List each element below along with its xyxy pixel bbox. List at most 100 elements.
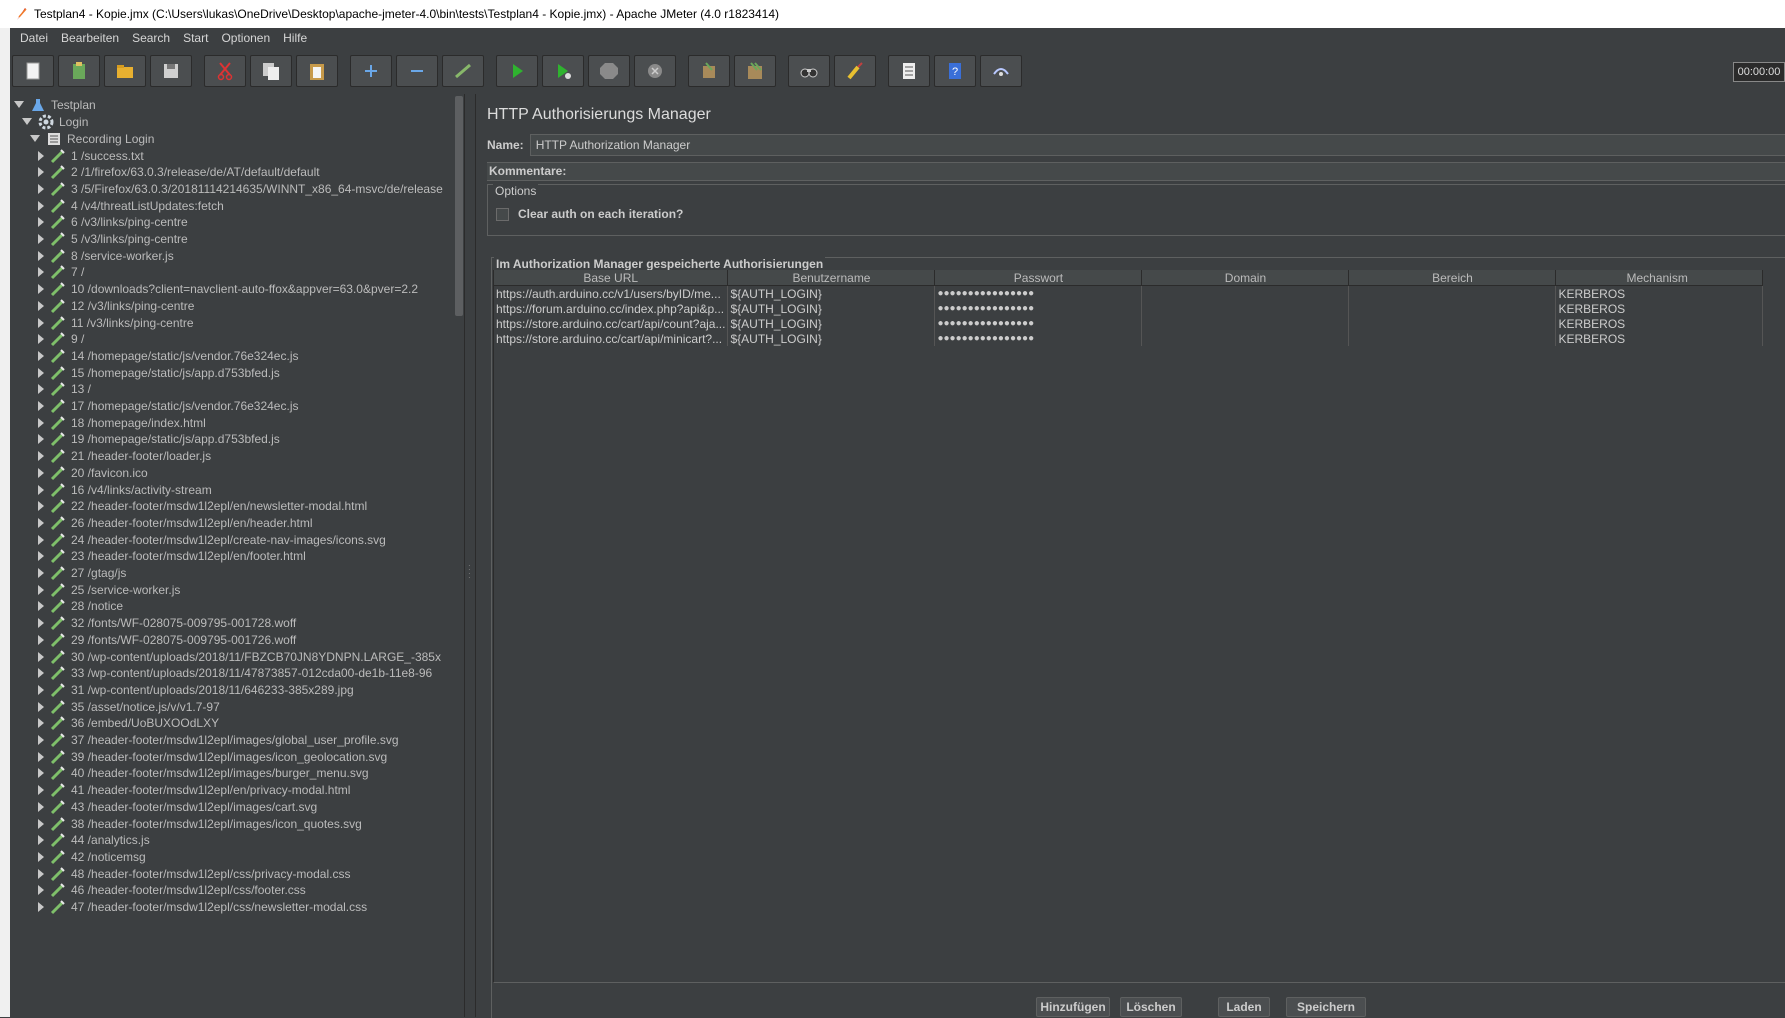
base-url-cell[interactable]: https://store.arduino.cc/cart/api/count?… <box>494 316 729 331</box>
username-cell[interactable]: ${AUTH_LOGIN} <box>727 285 936 301</box>
menu-search[interactable]: Search <box>132 31 170 45</box>
expand-triangle-icon[interactable] <box>38 284 44 295</box>
expand-triangle-icon[interactable] <box>38 584 44 595</box>
cut-button[interactable] <box>204 55 246 87</box>
expand-triangle-icon[interactable] <box>38 434 44 445</box>
expand-triangle-icon[interactable] <box>38 618 44 629</box>
expand-triangle-icon[interactable] <box>38 501 44 512</box>
password-cell[interactable]: ●●●●●●●●●●●●●●●● <box>934 331 1143 346</box>
expand-triangle-icon[interactable] <box>38 684 44 695</box>
expand-triangle-icon[interactable] <box>38 467 44 478</box>
help-button[interactable]: ? <box>934 55 976 87</box>
expand-triangle-icon[interactable] <box>38 183 44 194</box>
expand-triangle-icon[interactable] <box>38 601 44 612</box>
expand-triangle-icon[interactable] <box>38 317 44 328</box>
add-button[interactable]: Hinzufügen <box>1036 997 1110 1017</box>
shutdown-button[interactable] <box>634 55 676 87</box>
expand-triangle-icon[interactable] <box>38 534 44 545</box>
realm-cell[interactable] <box>1348 331 1557 346</box>
domain-cell[interactable] <box>1141 316 1350 331</box>
username-cell[interactable]: ${AUTH_LOGIN} <box>727 301 936 316</box>
column-header-password[interactable]: Passwort <box>934 270 1143 286</box>
expand-triangle-icon[interactable] <box>38 835 44 846</box>
expand-triangle-icon[interactable] <box>38 785 44 796</box>
domain-cell[interactable] <box>1141 301 1350 316</box>
mechanism-cell[interactable]: KERBEROS <box>1555 301 1764 316</box>
expand-triangle-icon[interactable] <box>38 517 44 528</box>
table-row[interactable]: https://auth.arduino.cc/v1/users/byID/me… <box>494 285 1764 301</box>
expand-triangle-icon[interactable] <box>38 568 44 578</box>
mechanism-cell[interactable]: KERBEROS <box>1555 331 1764 346</box>
menu-bearbeiten[interactable]: Bearbeiten <box>61 31 119 45</box>
domain-cell[interactable] <box>1141 285 1350 301</box>
clear-auth-option[interactable]: Clear auth on each iteration? <box>496 207 683 221</box>
reset-search-button[interactable] <box>834 55 876 87</box>
expand-triangle-icon[interactable] <box>38 668 44 679</box>
base-url-cell[interactable]: https://store.arduino.cc/cart/api/minica… <box>494 331 729 346</box>
menu-optionen[interactable]: Optionen <box>221 31 270 45</box>
expand-triangle-icon[interactable] <box>38 384 44 395</box>
expand-triangle-icon[interactable] <box>38 768 44 779</box>
expand-triangle-icon[interactable] <box>38 401 44 411</box>
menu-hilfe[interactable]: Hilfe <box>283 31 307 45</box>
expand-triangle-icon[interactable] <box>38 801 44 812</box>
collapse-triangle-icon[interactable] <box>22 118 32 125</box>
start-no-pause-button[interactable] <box>542 55 584 87</box>
expand-triangle-icon[interactable] <box>38 250 44 261</box>
delete-button[interactable]: Löschen <box>1120 997 1182 1017</box>
realm-cell[interactable] <box>1348 301 1557 316</box>
expand-triangle-icon[interactable] <box>38 367 44 378</box>
expand-triangle-icon[interactable] <box>38 484 44 495</box>
remote-button[interactable] <box>980 55 1022 87</box>
expand-triangle-icon[interactable] <box>38 735 44 745</box>
expand-triangle-icon[interactable] <box>38 300 44 311</box>
collapse-button[interactable] <box>396 55 438 87</box>
expand-triangle-icon[interactable] <box>38 167 44 178</box>
mechanism-cell[interactable]: KERBEROS <box>1555 285 1764 301</box>
password-cell[interactable]: ●●●●●●●●●●●●●●●● <box>934 301 1143 316</box>
tree-scrollbar-thumb[interactable] <box>455 96 463 316</box>
clear-all-button[interactable] <box>734 55 776 87</box>
templates-button[interactable] <box>58 55 100 87</box>
authorizations-table[interactable]: Base URL Benutzername Passwort Domain Be… <box>494 270 1764 346</box>
function-helper-button[interactable] <box>888 55 930 87</box>
expand-triangle-icon[interactable] <box>38 751 44 762</box>
expand-triangle-icon[interactable] <box>38 718 44 729</box>
expand-triangle-icon[interactable] <box>38 451 44 462</box>
column-header-mechanism[interactable]: Mechanism <box>1555 270 1764 286</box>
expand-triangle-icon[interactable] <box>38 150 44 161</box>
paste-button[interactable] <box>296 55 338 87</box>
expand-button[interactable] <box>350 55 392 87</box>
table-row[interactable]: https://forum.arduino.cc/index.php?api&p… <box>494 301 1764 316</box>
expand-triangle-icon[interactable] <box>38 234 44 244</box>
name-field[interactable] <box>529 134 1785 156</box>
expand-triangle-icon[interactable] <box>38 701 44 712</box>
base-url-cell[interactable]: https://forum.arduino.cc/index.php?api&p… <box>494 301 729 316</box>
expand-triangle-icon[interactable] <box>38 551 44 562</box>
column-header-domain[interactable]: Domain <box>1141 270 1350 286</box>
open-button[interactable] <box>104 55 146 87</box>
toggle-button[interactable] <box>442 55 484 87</box>
table-row[interactable]: https://store.arduino.cc/cart/api/minica… <box>494 331 1764 346</box>
expand-triangle-icon[interactable] <box>38 634 44 645</box>
collapse-triangle-icon[interactable] <box>14 101 24 108</box>
expand-triangle-icon[interactable] <box>38 885 44 896</box>
load-button[interactable]: Laden <box>1218 997 1270 1017</box>
clear-button[interactable] <box>688 55 730 87</box>
comment-field[interactable]: Kommentare: <box>487 162 1785 181</box>
collapse-triangle-icon[interactable] <box>30 135 40 142</box>
column-header-base-url[interactable]: Base URL <box>494 270 729 286</box>
copy-button[interactable] <box>250 55 292 87</box>
expand-triangle-icon[interactable] <box>38 902 44 912</box>
start-button[interactable] <box>496 55 538 87</box>
tree-node-sampler[interactable]: 47 /header-footer/msdw1l2epl/css/newslet… <box>38 898 367 917</box>
username-cell[interactable]: ${AUTH_LOGIN} <box>727 331 936 346</box>
test-plan-tree[interactable]: Testplan Login Recording Login 1 /succes… <box>10 94 465 1017</box>
domain-cell[interactable] <box>1141 331 1350 346</box>
expand-triangle-icon[interactable] <box>38 200 44 211</box>
expand-triangle-icon[interactable] <box>38 868 44 879</box>
menu-start[interactable]: Start <box>183 31 208 45</box>
save-button[interactable] <box>150 55 192 87</box>
expand-triangle-icon[interactable] <box>38 818 44 829</box>
new-button[interactable] <box>12 55 54 87</box>
